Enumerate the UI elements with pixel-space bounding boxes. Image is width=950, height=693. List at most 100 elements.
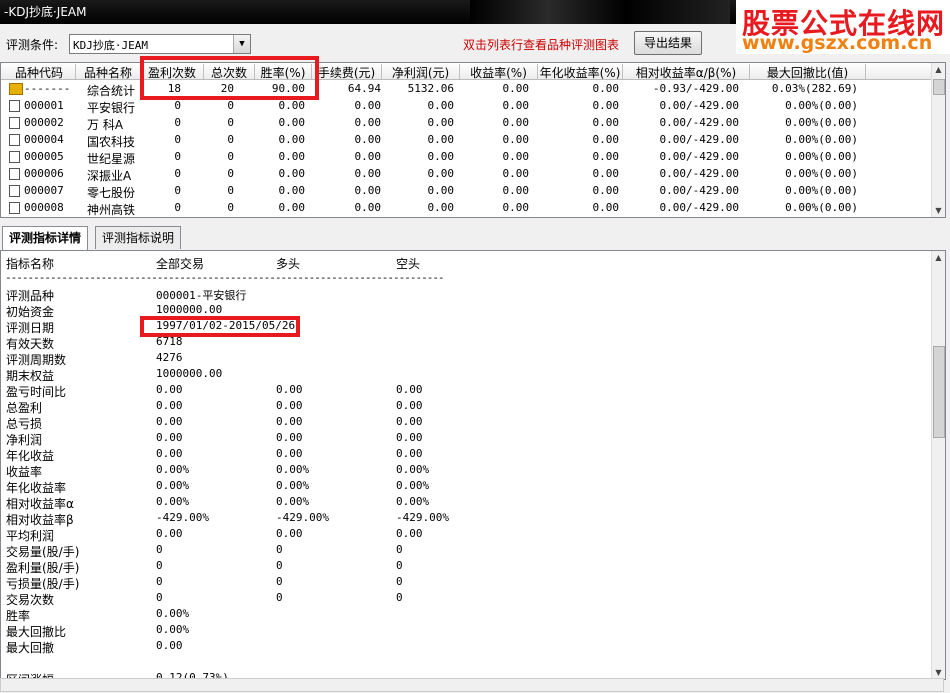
table-cell: 000002 (24, 116, 64, 129)
table-cell: 0.00%(0.00) (785, 150, 858, 163)
table-cell: 0.00 (354, 184, 382, 197)
metric-value: 0 (276, 543, 283, 556)
table-cell: 0.00 (354, 116, 382, 129)
table-cell: 0 (174, 150, 181, 163)
column-header[interactable]: 手续费(元) (312, 64, 382, 79)
metric-name: 期末权益 (6, 369, 55, 383)
column-header[interactable]: 收益率(%) (460, 64, 538, 79)
table-cell: 0.00 (354, 150, 382, 163)
tab-detail[interactable]: 评测指标详情 (2, 226, 89, 251)
detail-header: 指标名称 全部交易 多头 空头 (1, 255, 931, 271)
column-header[interactable]: 品种名称 (76, 64, 141, 79)
metric-value: 0 (156, 591, 163, 604)
table-row[interactable]: 000001 平安银行 0 0 0.00 0.00 0.00 0.00 0.00 0.00/-42… (1, 98, 931, 115)
metric-name: 年化收益 (6, 449, 55, 463)
detail-header-short: 空头 (396, 257, 421, 271)
metric-value: -429.00% (276, 511, 329, 524)
metric-value: 0.00% (156, 623, 190, 636)
table-cell: 0 (174, 167, 181, 180)
table-cell: 0 (227, 133, 234, 146)
table-cell: 0.03%(282.69) (771, 82, 858, 95)
document-icon (9, 185, 20, 197)
table-row[interactable]: 000002 万 科A 0 0 0.00 0.00 0.00 0.00 0.00 0.00/-42… (1, 115, 931, 132)
scroll-up-icon[interactable]: ▲ (932, 251, 945, 264)
export-button[interactable]: 导出结果 (634, 31, 702, 55)
grid-scrollbar[interactable]: ▲ ▼ (931, 63, 945, 217)
table-row[interactable]: 000005 世纪星源 0 0 0.00 0.00 0.00 0.00 0.00 0.00/-42… (1, 149, 931, 166)
metric-name: 评测日期 (6, 321, 55, 335)
table-cell: 0.00%(0.00) (785, 99, 858, 112)
detail-header-all: 全部交易 (156, 257, 205, 271)
metric-name: 总盈利 (6, 401, 43, 415)
summary-icon (9, 83, 23, 95)
metric-value: 0.00 (276, 415, 303, 428)
column-header[interactable]: 净利润(元) (382, 64, 460, 79)
table-cell: 零七股份 (87, 186, 136, 200)
metric-value: 1000000.00 (156, 367, 223, 380)
document-icon (9, 168, 20, 180)
column-header[interactable]: 品种代码 (3, 64, 76, 79)
detail-panel: 指标名称 全部交易 多头 空头 ------------------------… (0, 250, 946, 680)
table-cell: 0.00%(0.00) (785, 201, 858, 214)
metric-value: 0 (276, 559, 283, 572)
table-row[interactable]: 000004 国农科技 0 0 0.00 0.00 0.00 0.00 0.00 0.00/-42… (1, 132, 931, 149)
table-cell: 64.94 (347, 82, 381, 95)
table-cell: 0.00%(0.00) (785, 184, 858, 197)
condition-select[interactable]: KDJ抄底·JEAM ▼ (69, 34, 251, 54)
chevron-down-icon[interactable]: ▼ (233, 35, 250, 53)
table-cell: 0.00 (592, 201, 620, 214)
detail-scrollbar[interactable]: ▲ ▼ (931, 251, 945, 679)
table-row[interactable]: 000008 神州高铁 0 0 0.00 0.00 0.00 0.00 0.00 0.00/-42… (1, 200, 931, 217)
metric-value: 0.00% (156, 495, 190, 508)
horizontal-scrollbar[interactable] (0, 678, 944, 692)
condition-label: 评测条件: (6, 38, 59, 52)
metric-name: 收益率 (6, 465, 43, 479)
scroll-thumb[interactable] (933, 79, 945, 95)
document-icon (9, 202, 20, 214)
table-cell: 000008 (24, 201, 64, 214)
detail-row: 最大回撤 0.00 (1, 639, 931, 655)
table-cell: 0.00%(0.00) (785, 167, 858, 180)
metric-value: 0 (156, 575, 163, 588)
detail-row: 胜率 0.00% (1, 607, 931, 623)
column-header[interactable]: 最大回撤比(值) (750, 64, 866, 79)
metric-value: 0.00% (396, 495, 430, 508)
table-cell: 000007 (24, 184, 64, 197)
metric-value: 0 (396, 543, 403, 556)
metric-name: 净利润 (6, 433, 43, 447)
table-cell: 0.00 (592, 167, 620, 180)
scroll-down-icon[interactable]: ▼ (932, 204, 945, 217)
metric-name: 交易次数 (6, 593, 55, 607)
tab-explain[interactable]: 评测指标说明 (95, 226, 182, 249)
detail-row: 年化收益 0.00 0.00 0.00 (1, 447, 931, 463)
metric-value: 0 (396, 575, 403, 588)
metric-name: 评测品种 (6, 289, 55, 303)
table-cell: 0 (227, 167, 234, 180)
detail-row: 相对收益率α 0.00% 0.00% 0.00% (1, 495, 931, 511)
table-row[interactable]: 000007 零七股份 0 0 0.00 0.00 0.00 0.00 0.00 0.00/-42… (1, 183, 931, 200)
table-row[interactable]: 000006 深振业A 0 0 0.00 0.00 0.00 0.00 0.00 0.00/-42… (1, 166, 931, 183)
detail-row (1, 655, 931, 671)
table-cell: 0.00/-429.00 (659, 184, 739, 197)
table-cell: 深振业A (87, 169, 132, 183)
metric-name: 有效天数 (6, 337, 55, 351)
metric-value: -429.00% (396, 511, 449, 524)
metric-name: 相对收益率β (6, 513, 74, 527)
table-cell: 0.00 (427, 150, 455, 163)
table-cell: 0.00/-429.00 (659, 133, 739, 146)
metric-value: 0.00 (156, 447, 183, 460)
table-cell: 0 (227, 116, 234, 129)
watermark-url: www.gszx.com.cn (742, 32, 933, 54)
column-header[interactable]: 相对收益率α/β(%) (623, 64, 750, 79)
scroll-up-icon[interactable]: ▲ (932, 63, 945, 76)
metric-value: 0.00 (396, 527, 423, 540)
table-cell: 0.00 (427, 116, 455, 129)
column-header[interactable]: 年化收益率(%) (538, 64, 623, 79)
title-decoration (470, 0, 730, 24)
metric-name: 总亏损 (6, 417, 43, 431)
detail-row: 盈亏时间比 0.00 0.00 0.00 (1, 383, 931, 399)
metric-value: 0.00 (396, 415, 423, 428)
metric-value: 000001-平安银行 (156, 289, 247, 302)
metric-value: 0.00% (396, 463, 430, 476)
scroll-thumb[interactable] (933, 346, 945, 438)
